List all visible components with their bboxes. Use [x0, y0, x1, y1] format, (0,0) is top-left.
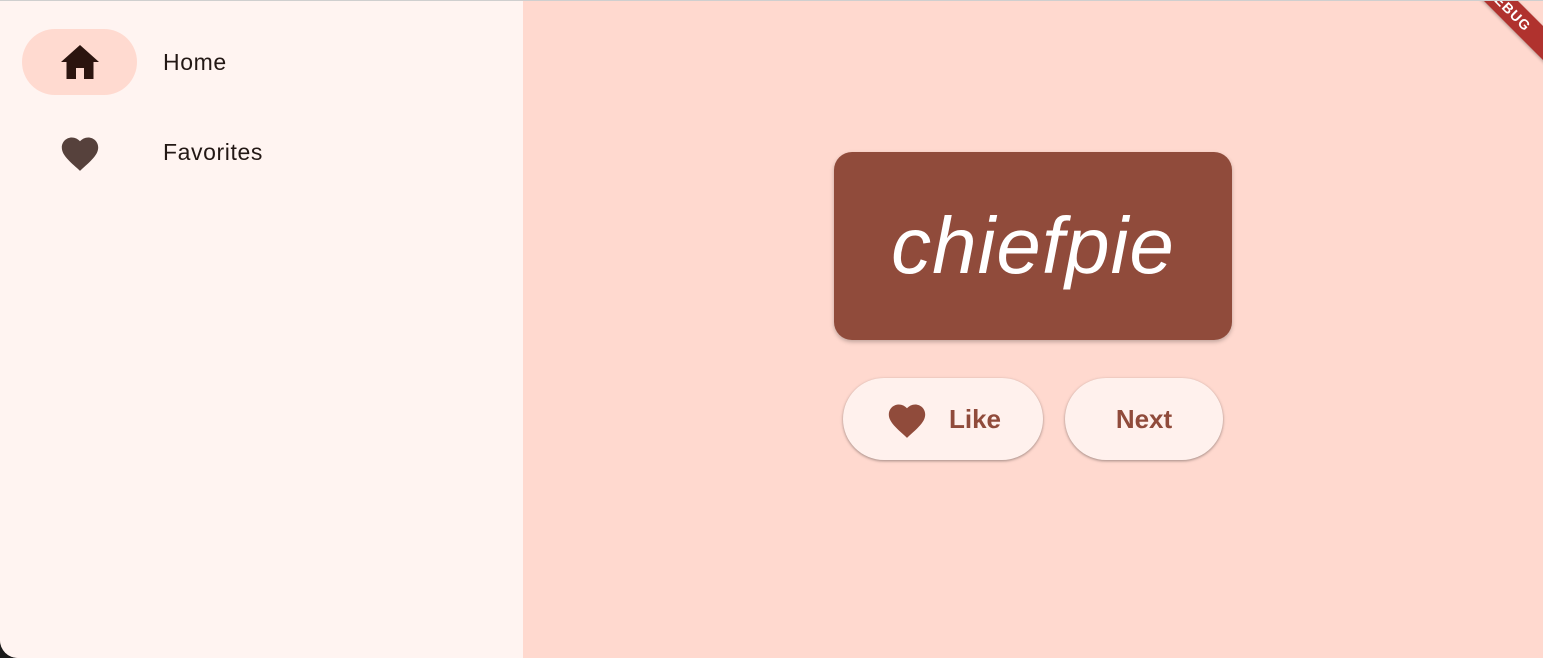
nav-label-home: Home	[163, 48, 227, 75]
home-icon	[60, 44, 100, 80]
nav-item-favorites[interactable]: Favorites	[22, 119, 502, 185]
word-card: chiefpie	[834, 152, 1232, 340]
word-pair-text: chiefpie	[891, 201, 1175, 290]
nav-indicator-favorites	[22, 119, 137, 185]
nav-label-favorites: Favorites	[163, 138, 263, 165]
main-content: chiefpie Like Next	[523, 1, 1543, 658]
app-window: Home Favorites chiefpie Like Next DEBUG	[0, 0, 1543, 658]
heart-icon	[885, 399, 929, 439]
like-button-label: Like	[948, 403, 1002, 434]
heart-icon	[58, 132, 102, 172]
nav-indicator-home	[22, 29, 137, 95]
navigation-rail: Home Favorites	[0, 1, 523, 658]
like-button[interactable]: Like	[843, 378, 1043, 460]
next-button[interactable]: Next	[1065, 378, 1223, 460]
next-button-label: Next	[1115, 403, 1173, 434]
nav-item-home[interactable]: Home	[22, 29, 502, 95]
